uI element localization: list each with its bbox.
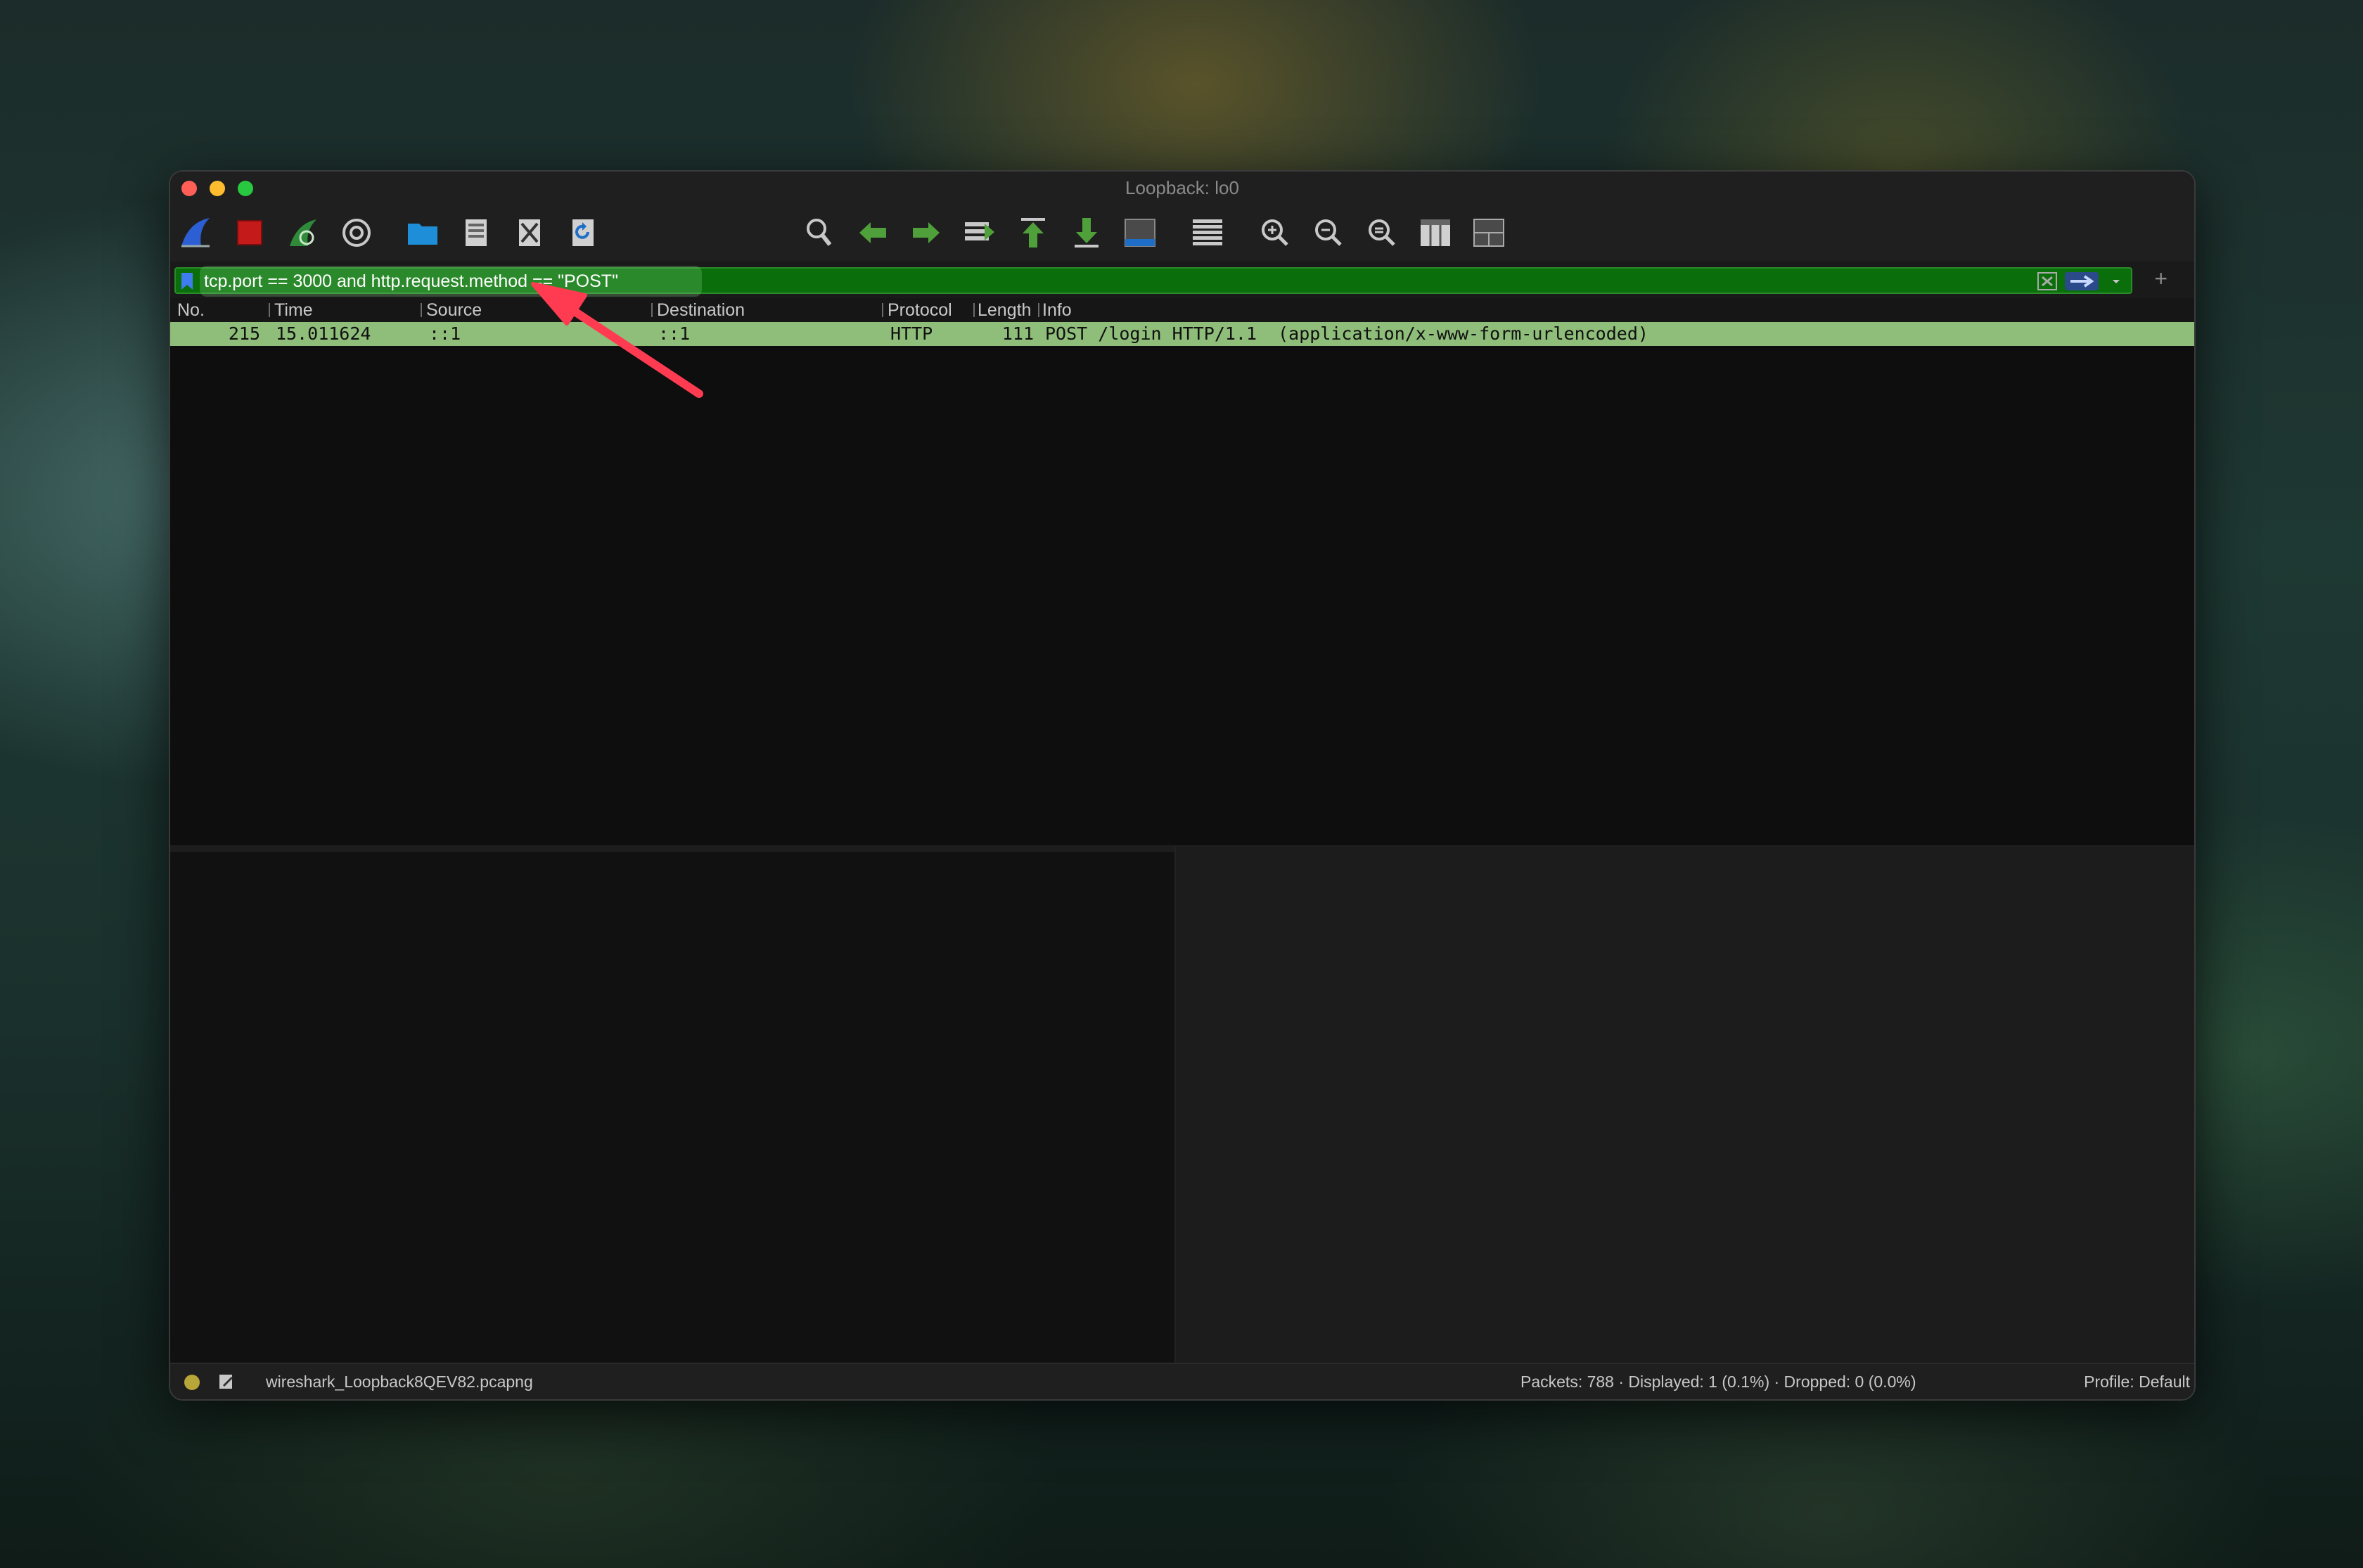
column-header-length[interactable]: Length — [978, 298, 1034, 322]
packet-details-pane[interactable] — [170, 852, 1174, 1364]
cell-info: POST /login HTTP/1.1 (application/x-www-… — [1045, 323, 1648, 344]
desktop-background: { "window": { "title": "Loopback: lo0" }… — [0, 0, 2363, 1568]
auto-scroll-icon[interactable] — [1122, 215, 1158, 250]
go-to-packet-icon[interactable] — [962, 215, 997, 250]
reload-file-icon[interactable] — [565, 215, 601, 250]
capture-options-icon[interactable] — [339, 215, 374, 250]
resize-columns-icon[interactable] — [1418, 215, 1453, 250]
wireshark-window: Loopback: lo0 tcp.port == 3000 and http.… — [169, 170, 2196, 1401]
column-separator[interactable] — [882, 303, 883, 317]
clear-filter-icon[interactable] — [2037, 271, 2058, 291]
column-separator[interactable] — [651, 303, 653, 317]
display-filter-value: tcp.port == 3000 and http.request.method… — [204, 271, 618, 291]
column-header-info[interactable]: Info — [1042, 298, 1464, 322]
capture-comment-icon[interactable] — [218, 1373, 235, 1390]
column-separator[interactable] — [269, 303, 270, 317]
table-row[interactable]: 215 15.011624 ::1 ::1 HTTP 111 POST /log… — [170, 322, 2194, 346]
expert-info-indicator[interactable] — [184, 1375, 200, 1390]
apply-filter-button[interactable] — [2065, 272, 2099, 290]
zoom-out-icon[interactable] — [1311, 215, 1346, 250]
packet-statistics: Packets: 788 · Displayed: 1 (0.1%) · Dro… — [1520, 1373, 1916, 1391]
cell-destination: ::1 — [658, 323, 691, 344]
column-separator[interactable] — [1038, 303, 1039, 317]
column-separator[interactable] — [973, 303, 975, 317]
find-packet-icon[interactable] — [802, 215, 837, 250]
column-header-no[interactable]: No. — [177, 298, 262, 322]
colorize-icon[interactable] — [1190, 215, 1225, 250]
column-separator[interactable] — [421, 303, 422, 317]
capture-file-name: wireshark_Loopback8QEV82.pcapng — [266, 1373, 533, 1391]
save-file-icon[interactable] — [459, 215, 494, 250]
go-forward-icon[interactable] — [909, 215, 944, 250]
normal-size-icon[interactable] — [1364, 215, 1400, 250]
go-back-icon[interactable] — [855, 215, 890, 250]
zoom-in-icon[interactable] — [1257, 215, 1293, 250]
main-toolbar — [170, 203, 2194, 262]
profile-indicator[interactable]: Profile: Default — [2084, 1373, 2190, 1392]
display-filter-input[interactable]: tcp.port == 3000 and http.request.method… — [174, 266, 2132, 297]
cell-length: 111 — [1001, 323, 1034, 344]
stop-capture-icon[interactable] — [232, 215, 267, 250]
column-header-protocol[interactable]: Protocol — [888, 298, 972, 322]
arrow-right-icon — [2070, 275, 2094, 288]
cell-protocol: HTTP — [890, 323, 933, 344]
cell-no: 215 — [228, 323, 260, 344]
window-title: Loopback: lo0 — [1125, 177, 1239, 198]
close-file-icon[interactable] — [512, 215, 547, 250]
column-header-source[interactable]: Source — [426, 298, 651, 322]
packet-bytes-pane[interactable] — [1176, 847, 2194, 1364]
title-bar: Loopback: lo0 — [170, 172, 2194, 203]
packet-list-header: No. Time Source Destination Protocol Len… — [170, 298, 2194, 322]
cell-time: 15.011624 — [276, 323, 371, 344]
add-filter-button[interactable]: + — [2154, 264, 2167, 293]
status-bar: wireshark_Loopback8QEV82.pcapng Packets:… — [170, 1363, 2194, 1399]
start-capture-icon[interactable] — [179, 215, 214, 250]
first-packet-icon[interactable] — [1016, 215, 1051, 250]
chevron-down-icon[interactable] — [2107, 273, 2125, 290]
layout-icon[interactable] — [1471, 215, 1506, 250]
open-file-icon[interactable] — [405, 215, 440, 250]
last-packet-icon[interactable] — [1069, 215, 1104, 250]
column-header-time[interactable]: Time — [274, 298, 415, 322]
bookmark-icon[interactable] — [180, 272, 194, 290]
display-filter-bar: tcp.port == 3000 and http.request.method… — [170, 262, 2194, 304]
cell-source: ::1 — [429, 323, 461, 344]
restart-capture-icon[interactable] — [286, 215, 321, 250]
column-header-destination[interactable]: Destination — [657, 298, 882, 322]
